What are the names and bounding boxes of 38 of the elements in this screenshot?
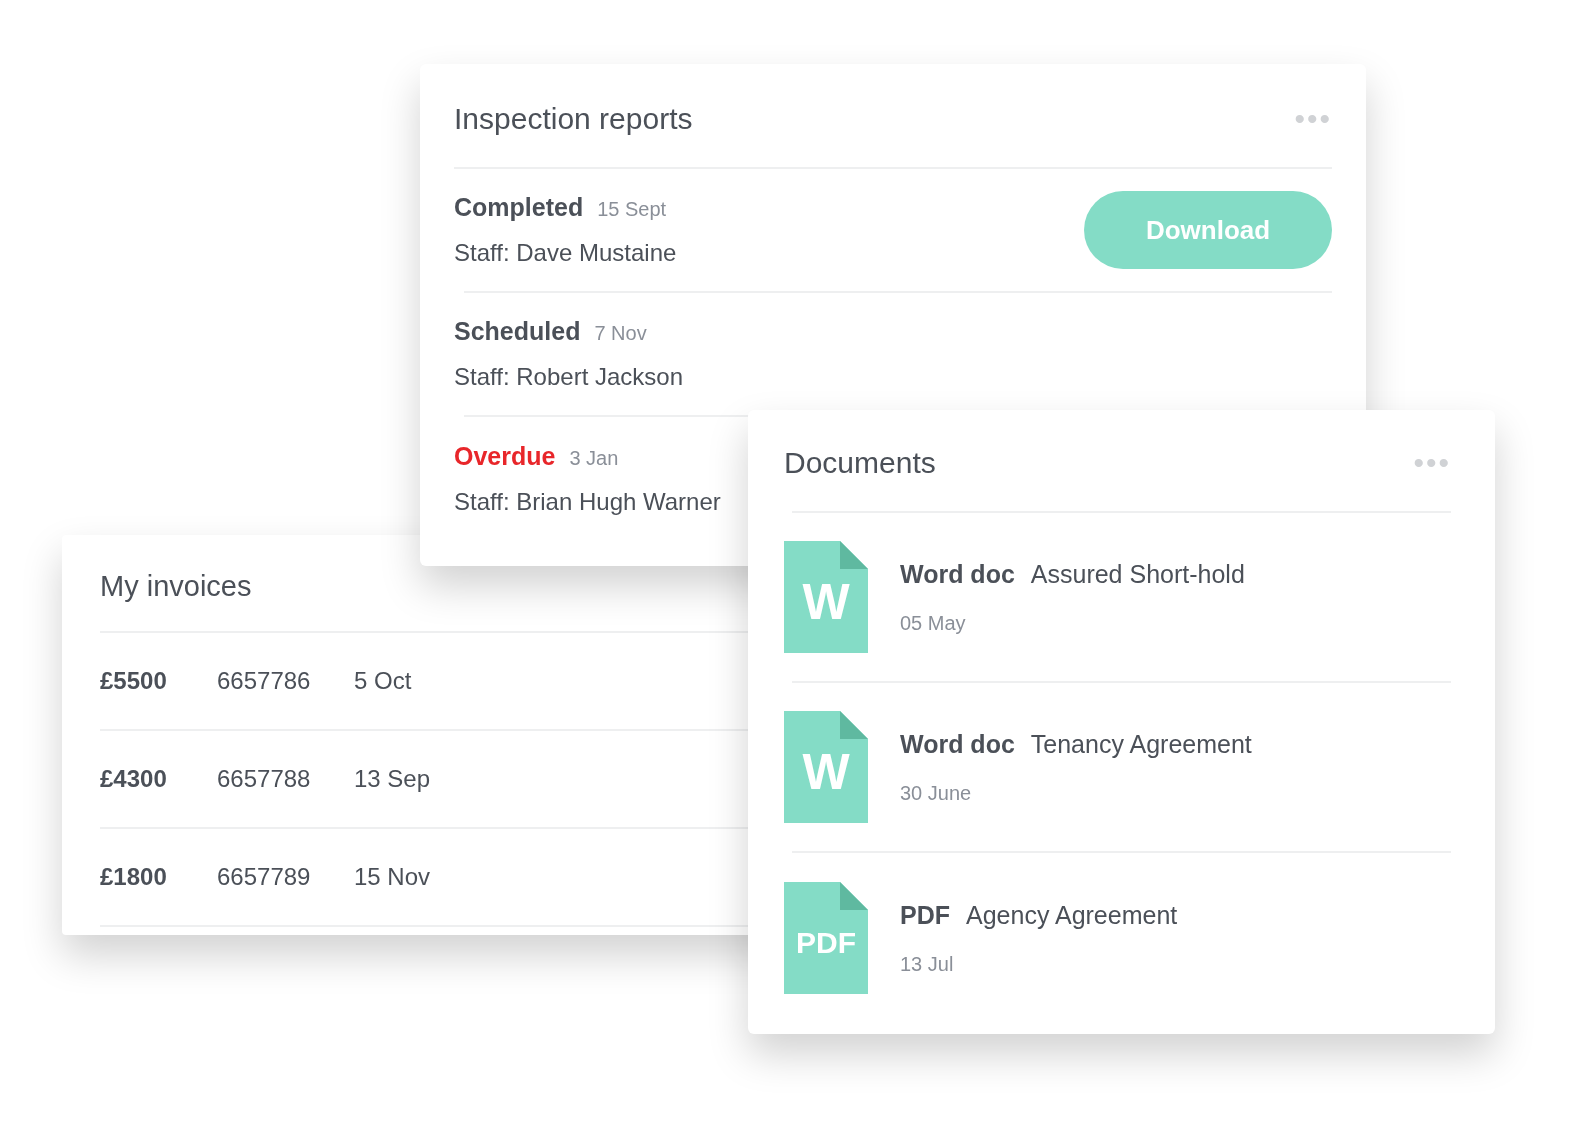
invoice-number: 6657788 bbox=[217, 763, 312, 794]
file-type-label: PDF bbox=[795, 928, 857, 958]
invoice-number: 6657789 bbox=[217, 861, 312, 892]
report-date: 3 Jan bbox=[569, 446, 619, 472]
report-status: Scheduled bbox=[454, 316, 581, 348]
file-type-label: W bbox=[801, 747, 851, 797]
invoice-date: 15 Nov bbox=[354, 861, 431, 892]
download-button[interactable]: Download bbox=[1084, 191, 1332, 269]
staff-name: Staff: Robert Jackson bbox=[454, 361, 683, 392]
report-status: Overdue bbox=[454, 441, 556, 473]
file-type-label: W bbox=[801, 577, 851, 627]
document-icon bbox=[784, 541, 868, 653]
document-name: Agency Agreement bbox=[966, 900, 1178, 932]
more-menu[interactable]: ••• bbox=[1413, 447, 1451, 478]
card-title: Inspection reports bbox=[454, 101, 693, 137]
invoice-date: 5 Oct bbox=[354, 665, 412, 696]
document-date: 05 May bbox=[900, 610, 967, 636]
report-date: 7 Nov bbox=[594, 321, 647, 347]
invoice-amount: £4300 bbox=[100, 763, 168, 794]
document-type: Word doc bbox=[900, 729, 1015, 761]
invoice-number: 6657786 bbox=[217, 665, 312, 696]
document-name: Assured Short-hold bbox=[1030, 559, 1245, 591]
document-type: PDF bbox=[900, 900, 950, 932]
report-date: 15 Sept bbox=[597, 197, 667, 223]
document-date: 13 Jul bbox=[900, 951, 955, 977]
staff-name: Staff: Dave Mustaine bbox=[454, 237, 677, 268]
document-type: Word doc bbox=[900, 559, 1015, 591]
card-title: Documents bbox=[784, 445, 936, 481]
document-name: Tenancy Agreement bbox=[1030, 729, 1252, 761]
invoice-amount: £1800 bbox=[100, 861, 168, 892]
document-icon bbox=[784, 711, 868, 823]
staff-name: Staff: Brian Hugh Warner bbox=[454, 486, 721, 517]
document-icon bbox=[784, 882, 868, 994]
invoice-amount: £5500 bbox=[100, 665, 168, 696]
more-menu[interactable]: ••• bbox=[1294, 103, 1332, 134]
invoice-date: 13 Sep bbox=[354, 763, 431, 794]
document-date: 30 June bbox=[900, 780, 973, 806]
report-status: Completed bbox=[454, 192, 584, 224]
